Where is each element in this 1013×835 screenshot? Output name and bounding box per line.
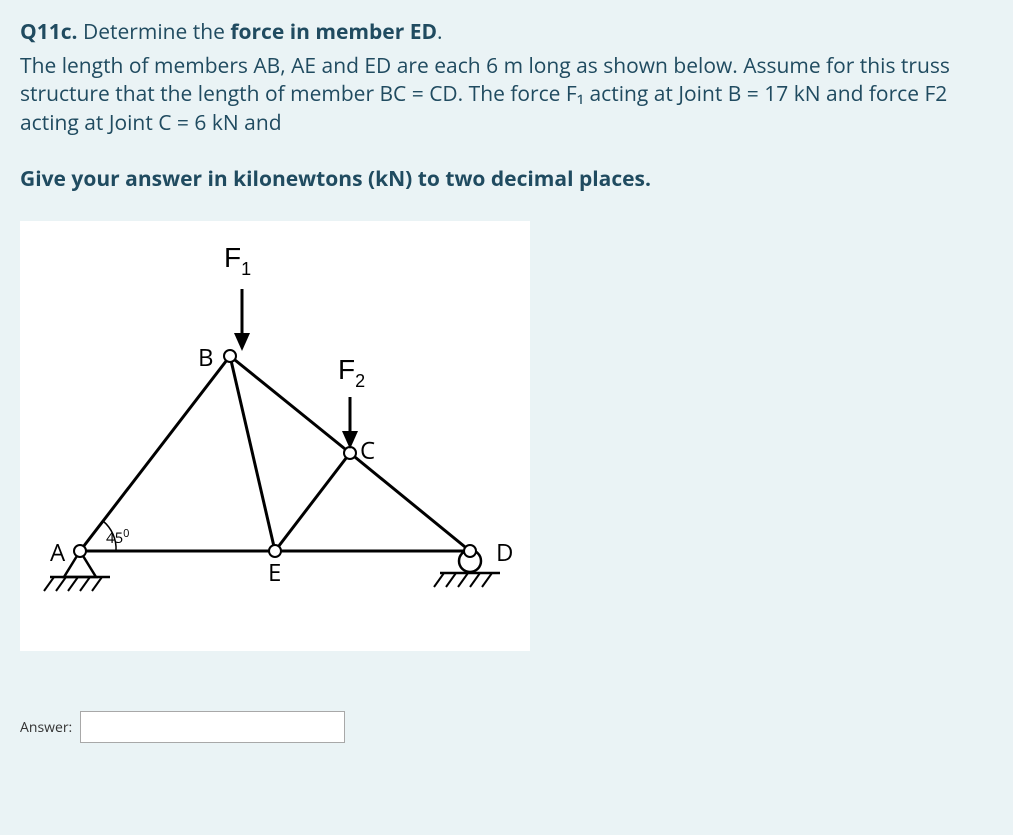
node-label-c: C — [360, 434, 375, 467]
truss-members — [80, 356, 470, 551]
angle-label: 450 — [106, 526, 129, 548]
answer-row: Answer: — [20, 711, 993, 743]
truss-joints — [74, 350, 476, 557]
question-body: The length of members AB, AE and ED are … — [20, 52, 993, 137]
prompt-prefix: Determine the — [83, 18, 230, 46]
node-label-d: D — [496, 536, 513, 569]
force-label-f2: F2 — [338, 354, 365, 391]
question-heading: Q11c. Determine the force in member ED. — [20, 18, 993, 46]
prompt-suffix: . — [437, 18, 443, 46]
node-label-b: B — [198, 341, 214, 374]
answer-input[interactable] — [80, 711, 345, 743]
node-label-a: A — [50, 536, 66, 569]
force-label-f1: F1 — [224, 242, 251, 279]
truss-figure: F1 F2 B C A E D 450 — [20, 221, 530, 651]
question-number: Q11c. — [20, 18, 78, 46]
force-f1-arrow-icon — [234, 289, 250, 351]
node-label-e: E — [268, 556, 281, 589]
prompt-bold: force in member ED — [230, 18, 437, 46]
answer-label: Answer: — [20, 718, 72, 737]
answer-instruction: Give your answer in kilonewtons (kN) to … — [20, 165, 993, 193]
force-f2-arrow-icon — [342, 397, 358, 449]
